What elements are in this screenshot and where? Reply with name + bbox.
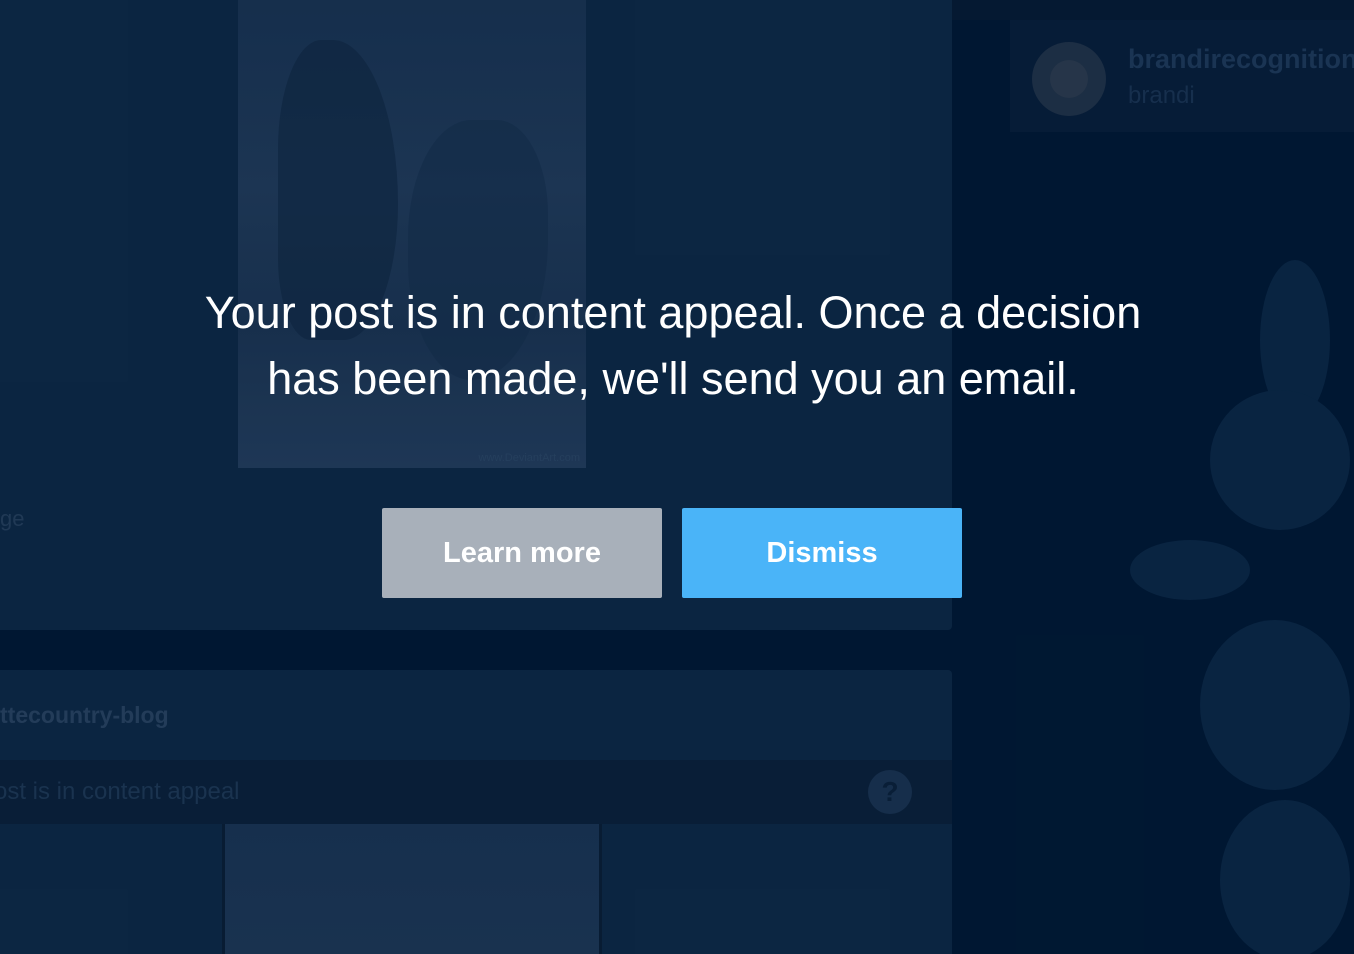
modal-overlay <box>0 0 1354 954</box>
dashboard-page: www.DeviantArt.com ge ttecountry-blog os… <box>0 0 1354 954</box>
content-appeal-message: Your post is in content appeal. Once a d… <box>204 287 1142 404</box>
dismiss-button[interactable]: Dismiss <box>682 508 962 598</box>
learn-more-button[interactable]: Learn more <box>382 508 662 598</box>
